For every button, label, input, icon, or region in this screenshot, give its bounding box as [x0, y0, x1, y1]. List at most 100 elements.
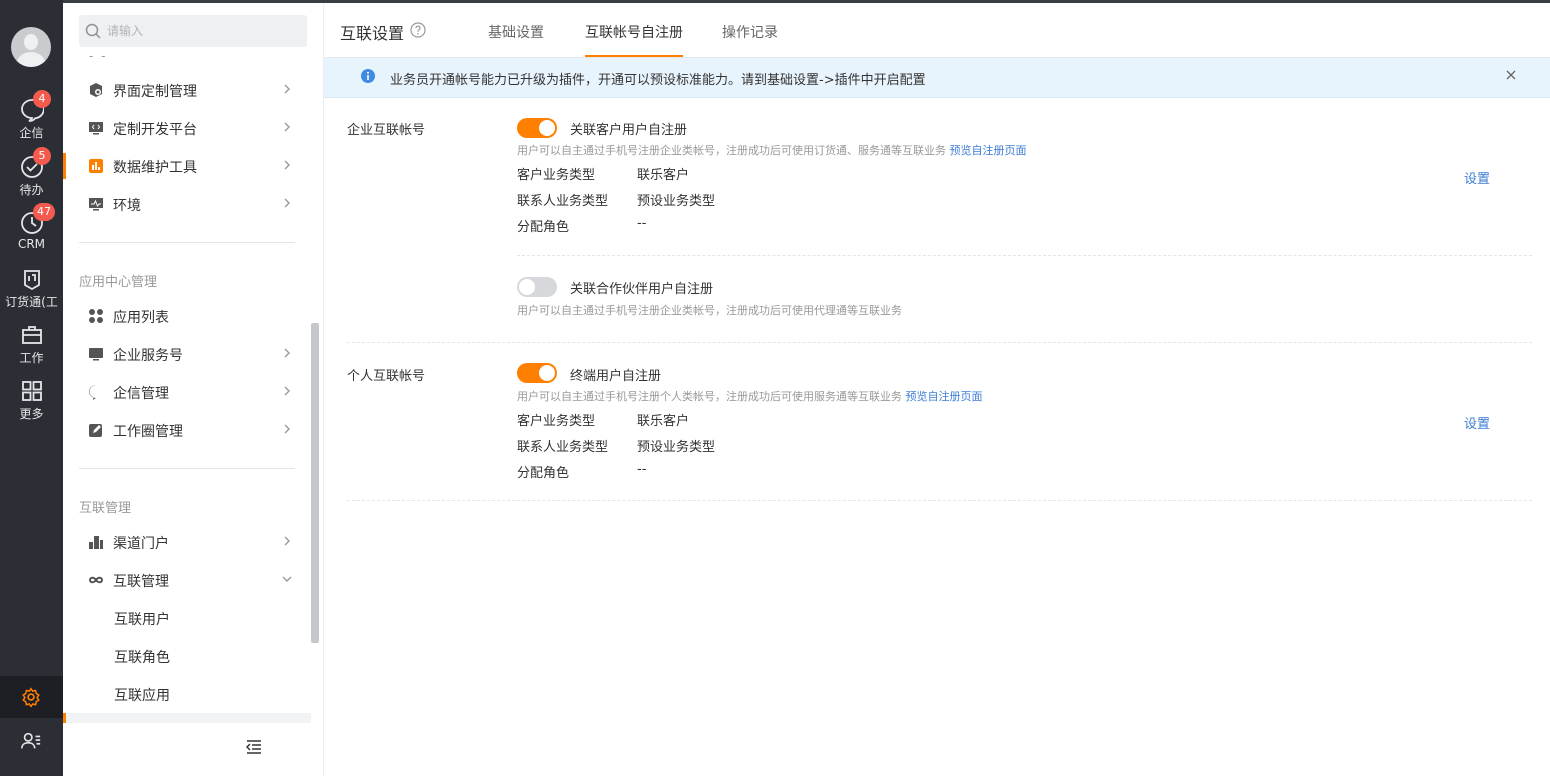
- info-notice: 业务员开通帐号能力已升级为插件，开通可以预设标准能力。请到基础设置->插件中开启…: [324, 58, 1550, 98]
- briefcase-icon: [22, 326, 42, 344]
- field-value: 预设业务类型: [637, 194, 716, 209]
- sidebar-item-label: 渠道门户: [113, 536, 169, 552]
- rail-item-work[interactable]: 工作: [0, 323, 63, 375]
- rail-item-order[interactable]: 订货通(工: [0, 267, 63, 319]
- close-icon[interactable]: [1505, 69, 1517, 81]
- preview-link[interactable]: 预览自注册页面: [950, 144, 1027, 157]
- grid-icon: [22, 381, 42, 401]
- rail-item-todo[interactable]: 5 待办: [0, 147, 63, 207]
- app-rail: 4 企信 5 待办 47 CRM 订货通(工 工作 更多: [0, 0, 63, 776]
- search-box: [79, 15, 307, 47]
- section-label-personal: 个人互联帐号: [347, 369, 426, 384]
- active-subitem-highlight: [63, 713, 311, 723]
- option-description: 用户可以自主通过手机号注册企业类帐号，注册成功后可使用代理通等互联业务: [517, 304, 902, 317]
- toggle-partner-self-register[interactable]: [517, 277, 557, 297]
- chevron-right-icon: [284, 424, 290, 434]
- sidebar-item-work-circle[interactable]: 工作圈管理: [63, 411, 311, 449]
- rail-label: 企信: [19, 126, 44, 140]
- page-header: 互联设置 基础设置 互联帐号自注册 操作记录: [324, 3, 1550, 58]
- sidebar-subitem-users[interactable]: 互联用户: [114, 609, 170, 629]
- field-value: --: [637, 216, 647, 231]
- building-icon: [89, 536, 103, 549]
- field-value: 预设业务类型: [637, 440, 716, 455]
- option-description: 用户可以自主通过手机号注册个人类帐号，注册成功后可使用服务通等互联业务 预览自注…: [517, 390, 983, 403]
- sidebar-item-qixin-manage[interactable]: 企信管理: [63, 373, 311, 411]
- field-label: 联系人业务类型: [517, 440, 609, 455]
- rail-item-more[interactable]: 更多: [0, 379, 63, 431]
- truncated-item: - -: [89, 49, 108, 63]
- avatar[interactable]: [11, 27, 51, 67]
- chevron-right-icon: [284, 160, 290, 170]
- search-input[interactable]: [107, 15, 297, 47]
- sidebar-item-label: 界面定制管理: [113, 84, 197, 100]
- chevron-right-icon: [284, 84, 290, 94]
- rail-settings-button[interactable]: [0, 676, 63, 718]
- ui-custom-icon: [90, 83, 102, 97]
- field-value: --: [637, 462, 647, 477]
- collapse-sidebar-button[interactable]: [245, 739, 262, 759]
- field-label: 客户业务类型: [517, 414, 596, 429]
- section-label-enterprise: 企业互联帐号: [347, 123, 426, 138]
- help-icon[interactable]: [410, 22, 426, 38]
- sidebar-scrollbar[interactable]: [311, 323, 319, 643]
- toggle-customer-self-register[interactable]: [517, 118, 557, 138]
- user-settings-button[interactable]: [20, 730, 42, 756]
- gear-icon: [22, 687, 40, 707]
- sidebar-item-label: 企业服务号: [113, 348, 183, 364]
- sidebar-subitem-apps[interactable]: 互联应用: [114, 685, 170, 705]
- rail-item-qixin[interactable]: 4 企信: [0, 90, 63, 150]
- rail-label: 订货通(工: [5, 295, 58, 309]
- tab-operation-log[interactable]: 操作记录: [722, 22, 778, 42]
- option-title: 关联合作伙伴用户自注册: [570, 282, 714, 297]
- badge-crm: 47: [33, 203, 55, 221]
- sidebar-item-interconnect-manage[interactable]: 互联管理: [63, 561, 311, 599]
- field-label: 分配角色: [517, 466, 570, 481]
- chart-bar-icon: [89, 159, 103, 173]
- chevron-right-icon: [284, 198, 290, 208]
- page-title: 互联设置: [340, 24, 405, 43]
- sidebar-item-service-account[interactable]: 企业服务号: [63, 335, 311, 373]
- rail-label: 更多: [19, 407, 44, 421]
- chevron-right-icon: [284, 386, 290, 396]
- toggle-terminal-self-register[interactable]: [517, 363, 557, 383]
- chevron-right-icon: [284, 122, 290, 132]
- settings-link-terminal[interactable]: 设置: [1464, 413, 1490, 432]
- chevron-right-icon: [284, 348, 290, 358]
- section-divider: [347, 500, 1532, 501]
- sidebar-divider: [79, 468, 295, 469]
- rail-item-crm[interactable]: 47 CRM: [0, 203, 63, 263]
- sidebar-item-ui-custom[interactable]: 界面定制管理: [63, 71, 311, 109]
- sidebar-item-label: 应用列表: [113, 310, 169, 326]
- search-icon: [85, 23, 101, 39]
- option-title: 终端用户自注册: [570, 369, 662, 384]
- user-list-icon: [21, 732, 41, 749]
- dev-platform-icon: [89, 122, 103, 135]
- preview-link[interactable]: 预览自注册页面: [906, 390, 983, 403]
- order-icon: [24, 270, 40, 291]
- rail-label: 待办: [19, 183, 44, 197]
- field-label: 客户业务类型: [517, 168, 596, 183]
- field-label: 联系人业务类型: [517, 194, 609, 209]
- screen-icon: [89, 348, 103, 361]
- option-title: 关联客户用户自注册: [570, 123, 688, 138]
- sidebar-item-app-list[interactable]: 应用列表: [63, 297, 311, 335]
- sidebar-item-label: 互联管理: [113, 574, 169, 590]
- active-tab-indicator: [585, 55, 683, 57]
- sidebar-item-data-tools[interactable]: 数据维护工具: [63, 147, 311, 185]
- sidebar-divider: [79, 242, 295, 243]
- collapse-menu-icon: [245, 740, 261, 754]
- sidebar-item-channel-portal[interactable]: 渠道门户: [63, 523, 311, 561]
- message-icon: [89, 385, 100, 400]
- settings-link-customer[interactable]: 设置: [1464, 168, 1490, 187]
- row-divider: [517, 255, 1532, 256]
- sidebar-subitem-roles[interactable]: 互联角色: [114, 647, 170, 667]
- sidebar-item-label: 数据维护工具: [113, 160, 197, 176]
- tab-self-register[interactable]: 互联帐号自注册: [585, 22, 683, 42]
- sidebar-item-dev-platform[interactable]: 定制开发平台: [63, 109, 311, 147]
- main-content: 互联设置 基础设置 互联帐号自注册 操作记录 业务员开通帐号能力已升级为插件，开…: [324, 3, 1550, 776]
- sidebar-item-label: 定制开发平台: [113, 122, 197, 138]
- tab-basic-settings[interactable]: 基础设置: [488, 22, 544, 42]
- sidebar-item-environment[interactable]: 环境: [63, 185, 311, 223]
- section-divider: [347, 342, 1532, 343]
- sidebar-item-label: 环境: [113, 198, 141, 214]
